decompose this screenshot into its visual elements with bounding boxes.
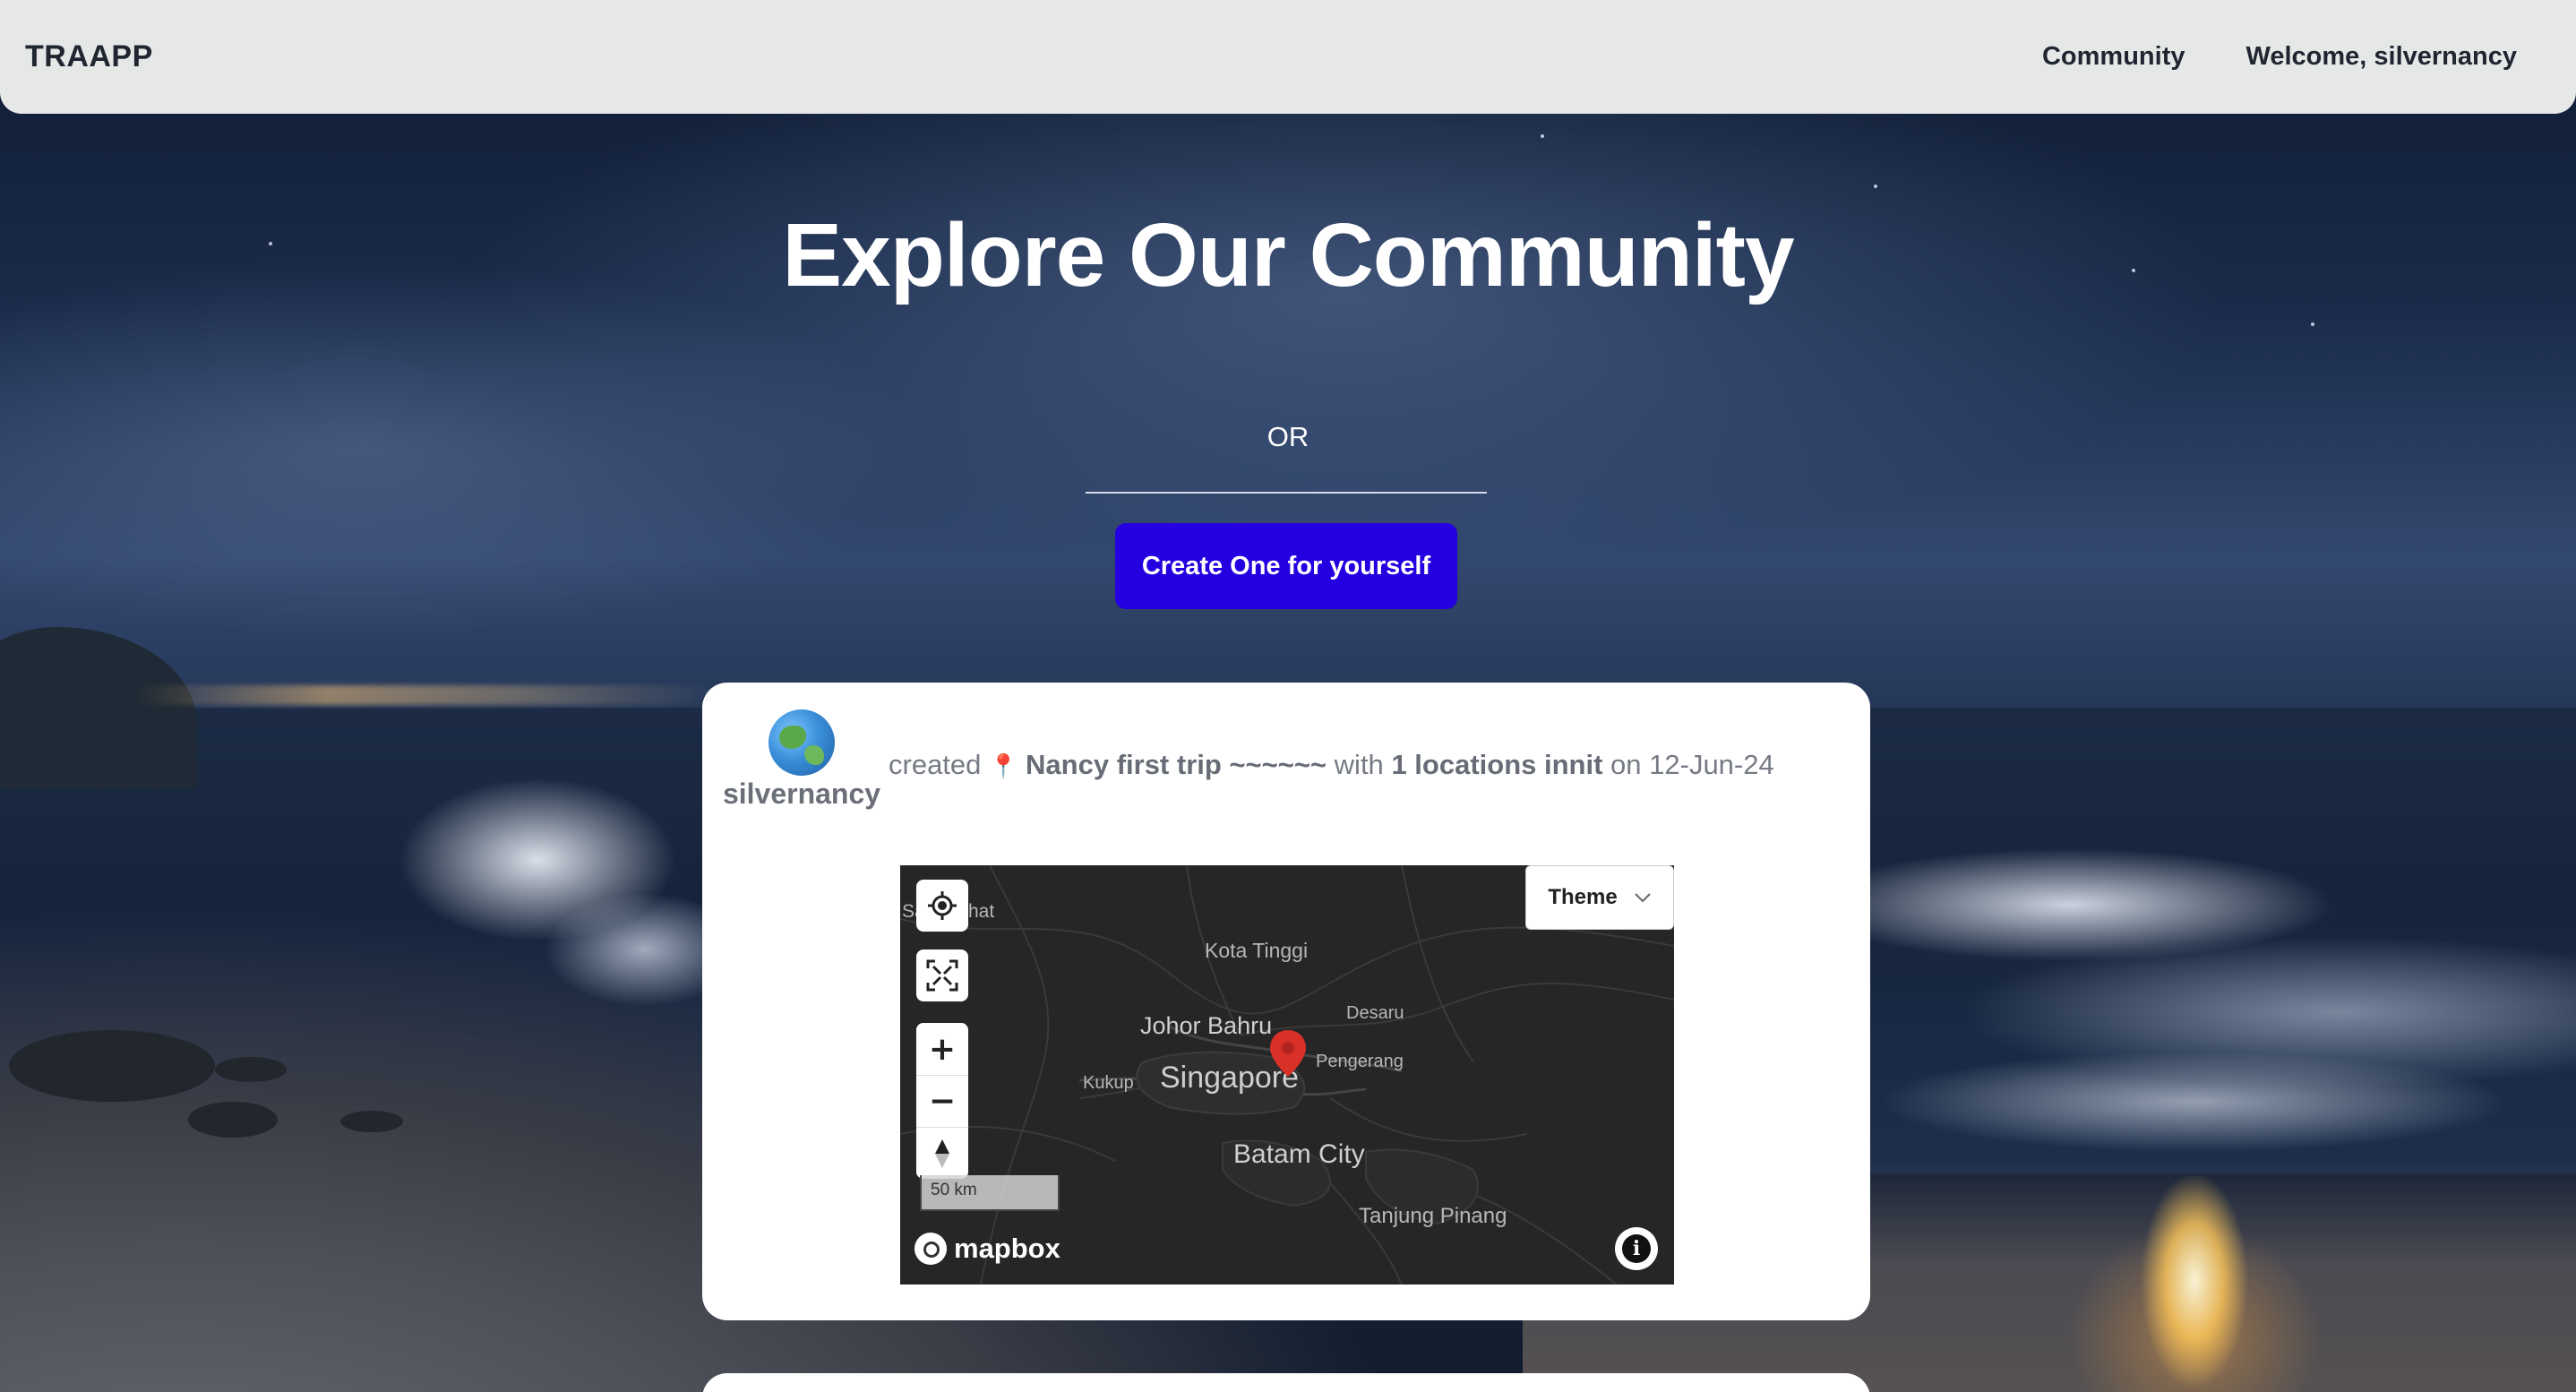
map-label-edge-hat: hat <box>968 901 995 922</box>
attribution-info-button[interactable]: i <box>1615 1227 1658 1270</box>
author-name[interactable]: silvernancy <box>722 778 881 811</box>
nav-links: Community Welcome, silvernancy <box>2042 42 2517 72</box>
map-label-kukup: Kukup <box>1083 1073 1134 1093</box>
mapbox-wordmark: mapbox <box>954 1233 1060 1264</box>
geolocate-control <box>916 880 968 932</box>
star <box>2311 322 2314 326</box>
post-activity-text: created 📍 Nancy first trip ~~~~~~ with 1… <box>889 749 1774 781</box>
rock <box>215 1057 287 1082</box>
or-divider-line <box>1086 492 1487 494</box>
rock <box>9 1030 215 1102</box>
nav-link-welcome-user[interactable]: Welcome, silvernancy <box>2245 42 2517 72</box>
star <box>1874 185 1877 188</box>
brand-logo[interactable]: TRAAPP <box>25 39 153 74</box>
map-scale-bar: 50 km <box>920 1175 1060 1211</box>
fullscreen-control <box>916 949 968 1001</box>
pin-icon: 📍 <box>989 752 1018 779</box>
geolocate-icon[interactable] <box>916 880 968 932</box>
fullscreen-icon[interactable] <box>916 949 968 1001</box>
activity-with: with <box>1334 749 1384 780</box>
star <box>1541 134 1544 138</box>
map-label-johor-bahru: Johor Bahru <box>1140 1012 1273 1039</box>
compass-icon[interactable] <box>916 1127 968 1179</box>
activity-on: on <box>1610 749 1642 780</box>
locations-count: 1 locations innit <box>1391 749 1603 780</box>
campfire <box>2060 1102 2329 1392</box>
community-post-card: silvernancy created 📍 Nancy first trip ~… <box>702 683 1870 1320</box>
or-divider-text: OR <box>1267 421 1309 452</box>
rock <box>188 1102 278 1138</box>
map-theme-dropdown[interactable]: Theme <box>1525 865 1674 930</box>
zoom-in-button[interactable]: + <box>916 1023 968 1075</box>
activity-prefix: created <box>889 749 982 780</box>
city-lights <box>134 685 717 705</box>
create-trip-button[interactable]: Create One for yourself <box>1115 523 1457 609</box>
map-label-batam-city: Batam City <box>1233 1139 1365 1169</box>
zoom-controls: + − <box>916 1023 968 1179</box>
map-label-kota-tinggi: Kota Tinggi <box>1205 939 1309 962</box>
zoom-out-button[interactable]: − <box>916 1075 968 1127</box>
theme-label: Theme <box>1548 885 1618 909</box>
globe-icon <box>769 709 835 776</box>
info-icon: i <box>1622 1234 1651 1263</box>
post-date: 12-Jun-24 <box>1649 749 1774 780</box>
community-post-card-next <box>702 1373 1870 1392</box>
map-label-desaru: Desaru <box>1346 1003 1404 1023</box>
nav-link-community[interactable]: Community <box>2042 42 2185 72</box>
trip-map[interactable]: Sa hat Kota Tinggi Johor Bahru Desaru Ku… <box>900 865 1674 1285</box>
mapbox-logo[interactable]: mapbox <box>914 1233 1060 1265</box>
page-title: Explore Our Community <box>782 205 1794 305</box>
trip-name-link[interactable]: Nancy first trip ~~~~~~ <box>1026 749 1327 780</box>
post-author[interactable]: silvernancy <box>722 709 881 811</box>
map-label-tanjung-pinang: Tanjung Pinang <box>1359 1204 1507 1228</box>
rock <box>340 1111 403 1132</box>
map-pin-icon[interactable] <box>1267 1028 1309 1078</box>
mapbox-icon <box>914 1233 947 1265</box>
map-label-pengerang: Pengerang <box>1316 1052 1404 1071</box>
top-navbar: TRAAPP Community Welcome, silvernancy <box>0 0 2576 114</box>
chevron-down-icon <box>1634 893 1651 903</box>
